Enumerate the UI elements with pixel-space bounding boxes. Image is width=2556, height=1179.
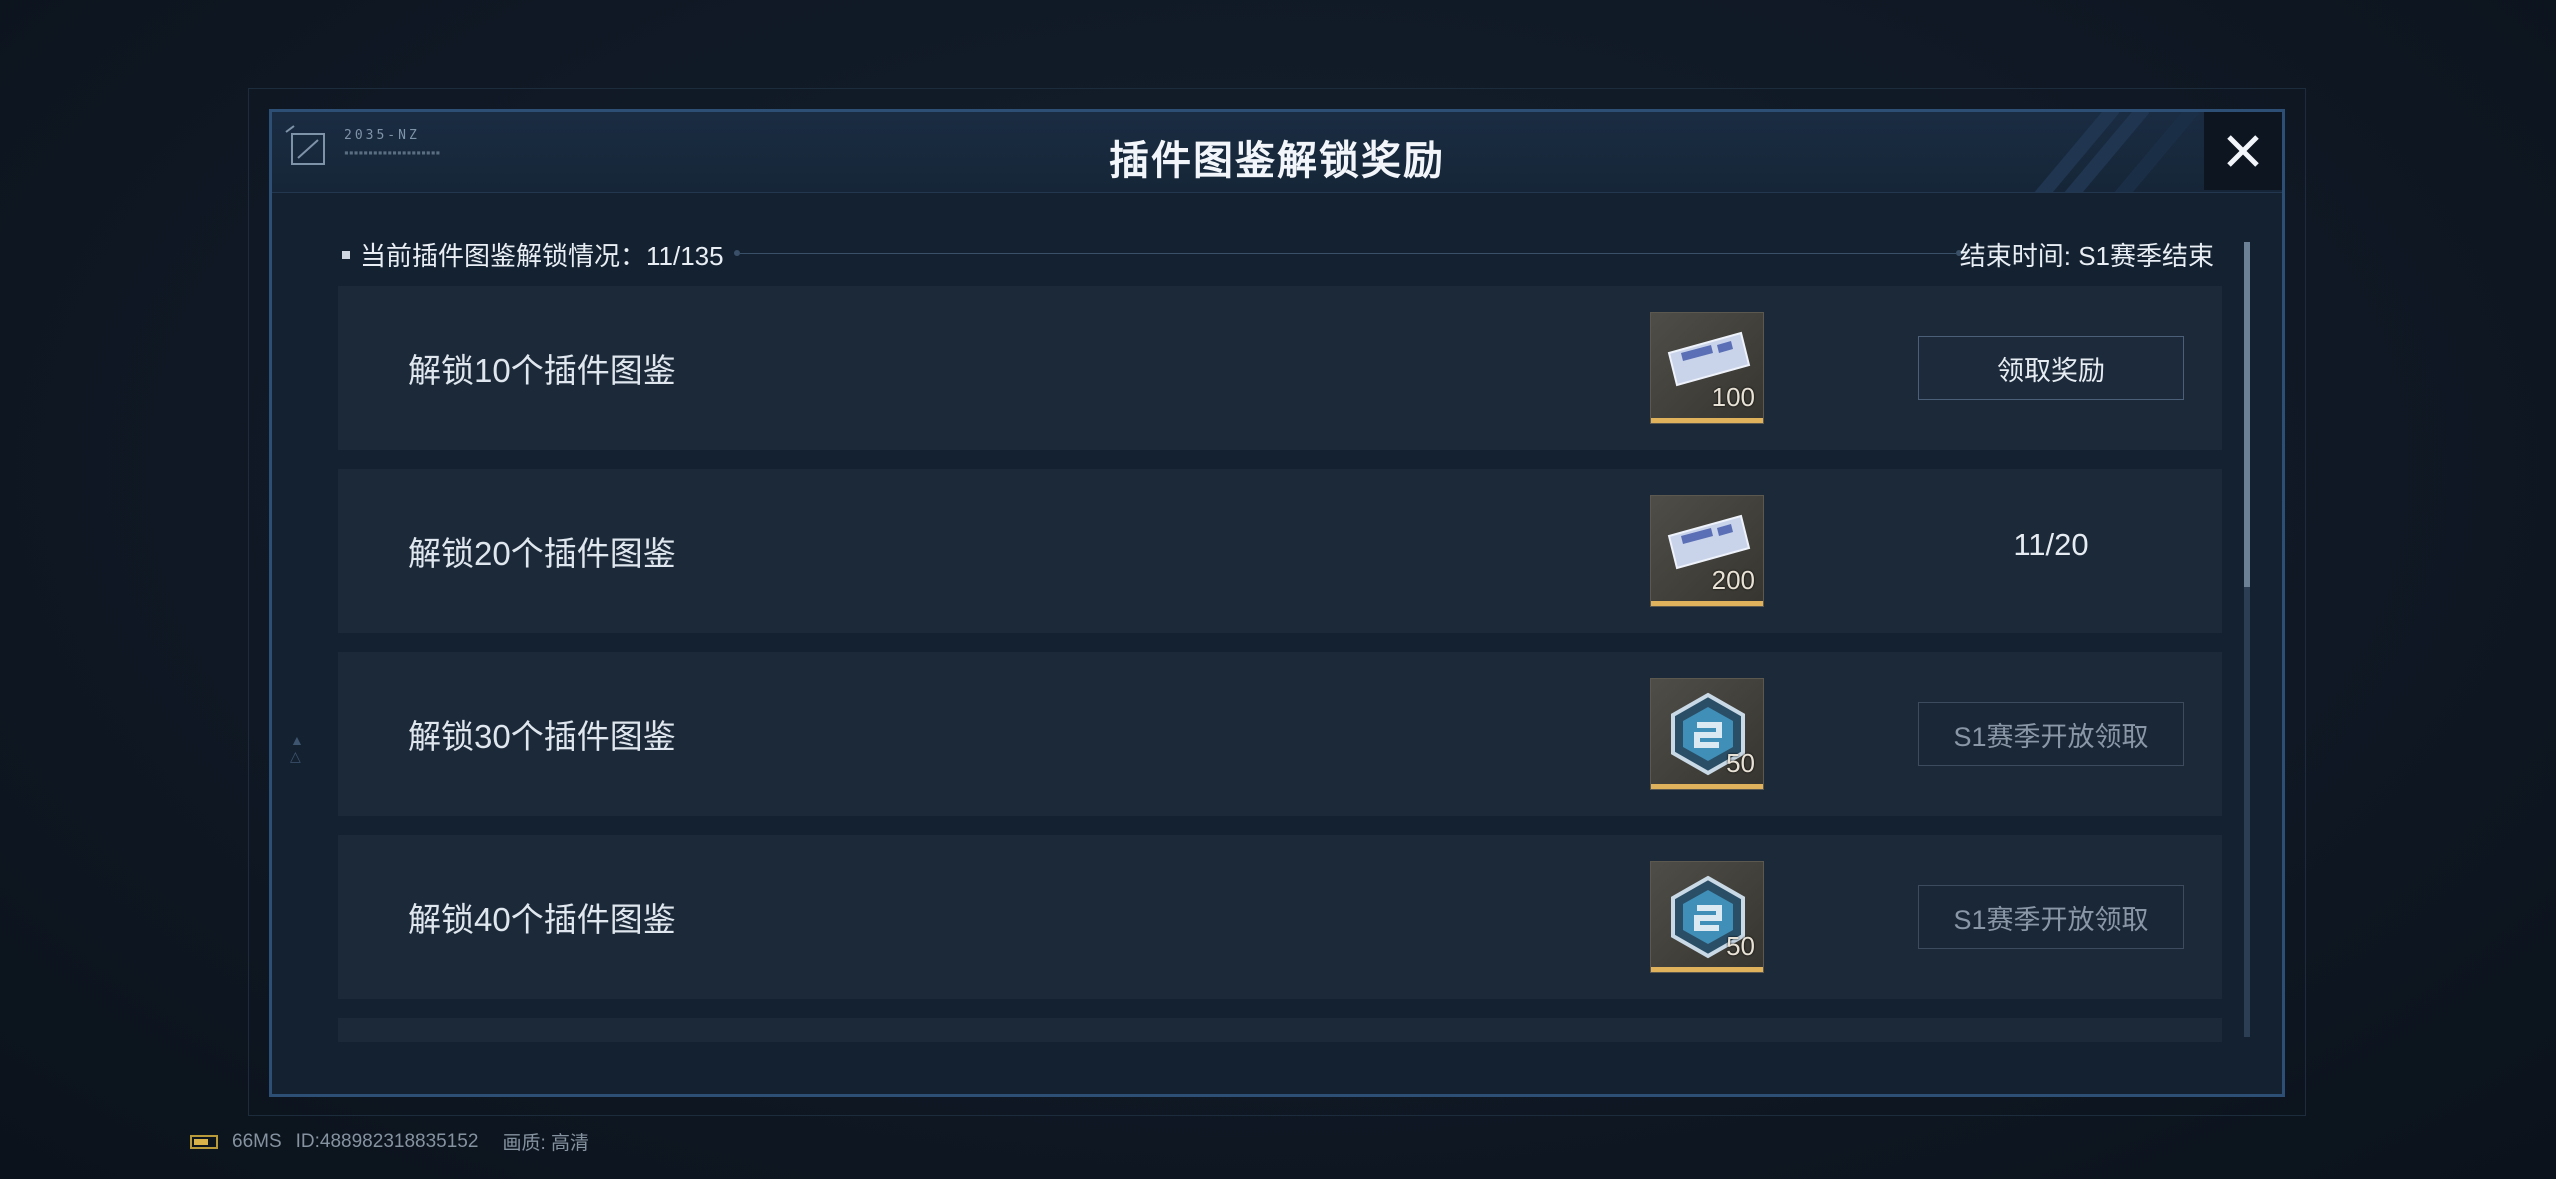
scrollbar-thumb[interactable] bbox=[2244, 242, 2250, 587]
unlock-summary: 当前插件图鉴解锁情况：11/135 bbox=[342, 236, 724, 273]
dialog-header: 2035-NZ ▪▪▪▪▪▪▪▪▪▪▪▪▪▪▪▪▪▪▪▪ 插件图鉴解锁奖励 bbox=[272, 112, 2282, 193]
reward-item[interactable]: 50 bbox=[1650, 678, 1764, 790]
claim-reward-button[interactable]: 领取奖励 bbox=[1918, 336, 2184, 400]
list-item: 解锁40个插件图鉴 50 S1赛季开放领取 bbox=[338, 835, 2222, 999]
reward-item[interactable]: 50 bbox=[1650, 861, 1764, 973]
rarity-bar bbox=[1651, 601, 1763, 606]
close-icon bbox=[2227, 135, 2259, 167]
scrollbar[interactable] bbox=[2244, 242, 2250, 1037]
divider bbox=[734, 250, 1962, 256]
battery-icon bbox=[190, 1134, 218, 1149]
reward-item[interactable]: 200 bbox=[1650, 495, 1764, 607]
reward-quantity: 100 bbox=[1711, 382, 1755, 412]
list-item: 解锁10个插件图鉴 100 领取奖励 bbox=[338, 286, 2222, 450]
end-time: 结束时间: S1赛季结束 bbox=[1959, 241, 2214, 271]
player-id: ID:488982318835152 bbox=[295, 1130, 479, 1152]
rarity-bar bbox=[1651, 967, 1763, 972]
quality-text: 画质: 高清 bbox=[502, 1133, 589, 1154]
milestone-label: 解锁40个插件图鉴 bbox=[408, 901, 676, 938]
unlock-summary-text: 当前插件图鉴解锁情况：11/135 bbox=[360, 241, 724, 271]
dialog-title: 插件图鉴解锁奖励 bbox=[1109, 139, 1445, 183]
reward-quantity: 50 bbox=[1726, 931, 1755, 961]
close-button[interactable] bbox=[2204, 112, 2282, 190]
header-stripes bbox=[2022, 112, 2202, 192]
bullet-icon bbox=[342, 250, 350, 259]
season-locked-button[interactable]: S1赛季开放领取 bbox=[1918, 885, 2184, 949]
season-locked-button[interactable]: S1赛季开放领取 bbox=[1918, 702, 2184, 766]
list-item: 解锁20个插件图鉴 200 11/20 bbox=[338, 469, 2222, 633]
side-arrow-icon: ▲ △ bbox=[290, 732, 304, 764]
reward-list[interactable]: 解锁10个插件图鉴 100 领取奖励 解锁20个插件图鉴 200 11/20 解… bbox=[338, 286, 2222, 1042]
list-item: 解锁30个插件图鉴 50 S1赛季开放领取 bbox=[338, 652, 2222, 816]
rarity-bar bbox=[1651, 784, 1763, 789]
reward-quantity: 50 bbox=[1726, 748, 1755, 778]
status-bar: 66MS ID:488982318835152 画质: 高清 bbox=[190, 1128, 589, 1155]
rarity-bar bbox=[1651, 418, 1763, 423]
reward-dialog: 2035-NZ ▪▪▪▪▪▪▪▪▪▪▪▪▪▪▪▪▪▪▪▪ 插件图鉴解锁奖励 当前… bbox=[269, 109, 2285, 1097]
milestone-label: 解锁10个插件图鉴 bbox=[408, 352, 676, 389]
reward-quantity: 200 bbox=[1711, 565, 1755, 595]
milestone-label: 解锁30个插件图鉴 bbox=[408, 718, 676, 755]
milestone-label: 解锁20个插件图鉴 bbox=[408, 535, 676, 572]
list-item bbox=[338, 1018, 2222, 1042]
reward-item[interactable]: 100 bbox=[1650, 312, 1764, 424]
progress-text: 11/20 bbox=[2013, 527, 2089, 562]
ping-text: 66MS bbox=[232, 1130, 282, 1152]
